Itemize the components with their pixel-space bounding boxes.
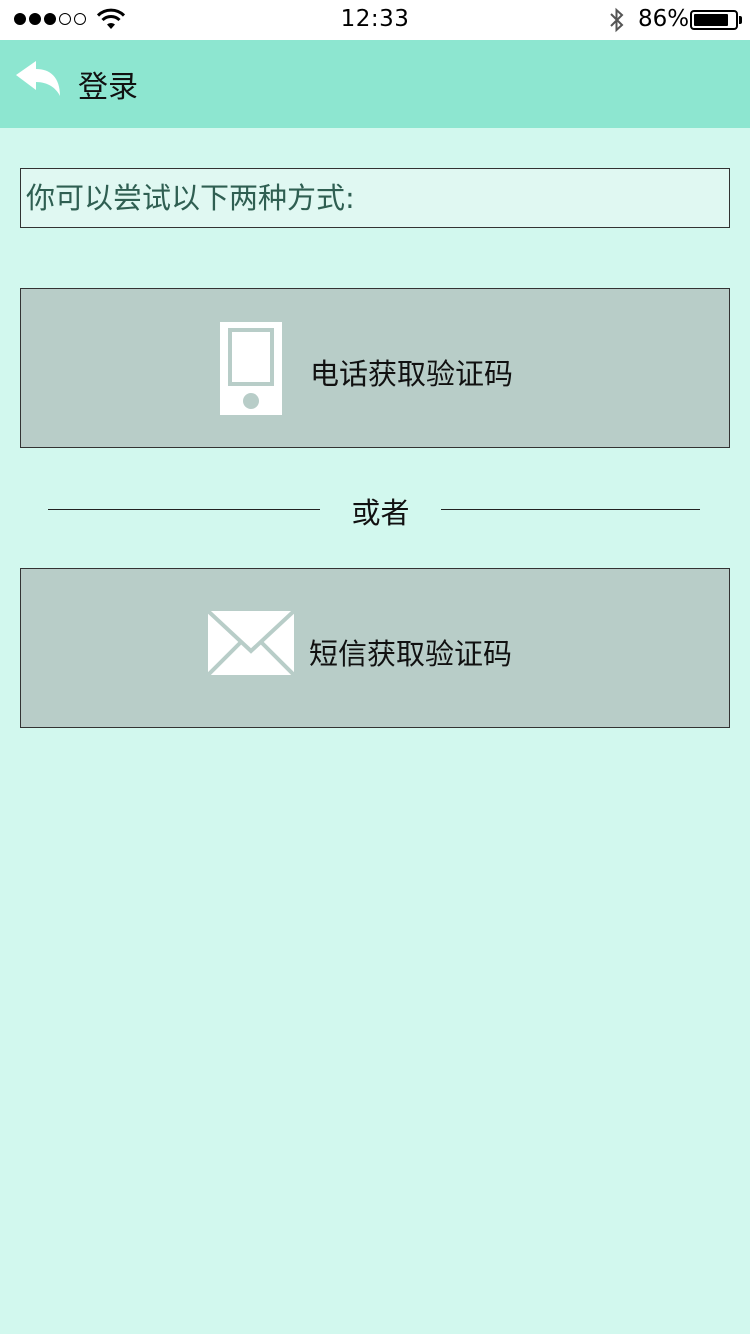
phone-icon — [220, 322, 282, 415]
divider-line-left — [48, 509, 320, 510]
sms-option-label: 短信获取验证码 — [309, 637, 513, 671]
sms-verification-button[interactable]: 短信获取验证码 — [20, 568, 730, 728]
battery-percent: 86% — [638, 6, 690, 32]
battery-tip — [739, 16, 742, 24]
battery-icon — [690, 10, 738, 30]
bluetooth-icon — [610, 7, 624, 33]
hint-text: 你可以尝试以下两种方式: — [20, 168, 730, 228]
page-title: 登录 — [78, 70, 138, 105]
nav-bar: 登录 — [0, 40, 750, 128]
back-button[interactable] — [14, 58, 70, 108]
back-arrow-icon — [16, 61, 60, 96]
or-separator: 或者 — [351, 496, 410, 530]
battery-fill — [694, 14, 729, 26]
status-bar: 12:33 86% — [0, 0, 750, 40]
phone-verification-button[interactable]: 电话获取验证码 — [20, 288, 730, 448]
mail-icon — [208, 611, 294, 675]
phone-option-label: 电话获取验证码 — [310, 357, 514, 391]
divider-line-right — [441, 509, 700, 510]
